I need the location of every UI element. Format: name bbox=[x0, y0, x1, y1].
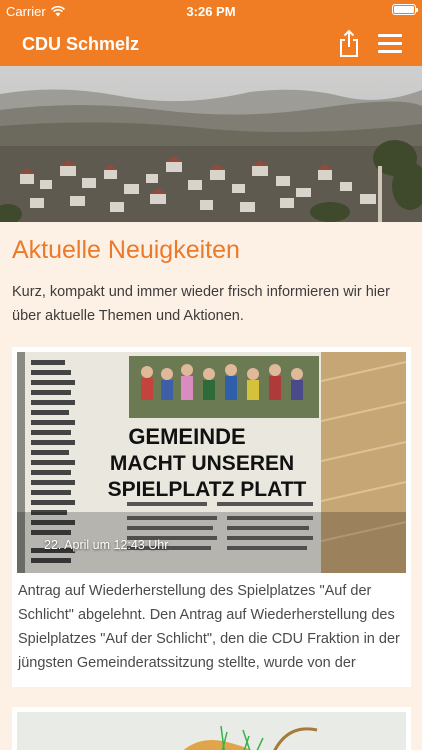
article-card[interactable]: GEMEINDE MACHT UNSEREN SPIELPLATZ PLATT … bbox=[12, 347, 411, 687]
hero-image bbox=[0, 66, 422, 222]
hamburger-menu-icon[interactable] bbox=[376, 32, 404, 56]
menu-line bbox=[378, 34, 402, 37]
menu-line bbox=[378, 42, 402, 45]
svg-text:GEMEINDE: GEMEINDE bbox=[128, 424, 245, 449]
app-title: CDU Schmelz bbox=[22, 34, 140, 54]
article-card[interactable] bbox=[12, 707, 411, 750]
menu-line bbox=[378, 50, 402, 53]
battery-icon bbox=[392, 4, 418, 15]
nav-bar: CDU Schmelz bbox=[0, 22, 422, 66]
status-bar: Carrier 3:26 PM bbox=[0, 0, 422, 22]
svg-text:MACHT UNSEREN: MACHT UNSEREN bbox=[110, 452, 294, 475]
status-right bbox=[392, 4, 418, 15]
battery-fill bbox=[394, 6, 414, 13]
share-button[interactable] bbox=[336, 28, 362, 58]
svg-text:SPIELPLATZ PLATT: SPIELPLATZ PLATT bbox=[108, 478, 307, 501]
share-icon bbox=[340, 29, 358, 57]
town-landscape-image bbox=[0, 66, 422, 222]
status-time: 3:26 PM bbox=[186, 4, 236, 19]
easter-basket-image bbox=[17, 712, 406, 750]
section-title: Aktuelle Neuigkeiten bbox=[12, 236, 240, 264]
article-image[interactable] bbox=[17, 712, 406, 750]
section-intro: Kurz, kompakt und immer wieder frisch in… bbox=[12, 284, 390, 324]
article-teaser: Antrag auf Wiederherstellung des Spielpl… bbox=[18, 583, 400, 671]
article-date: 22. April um 12:43 Uhr bbox=[44, 538, 169, 552]
